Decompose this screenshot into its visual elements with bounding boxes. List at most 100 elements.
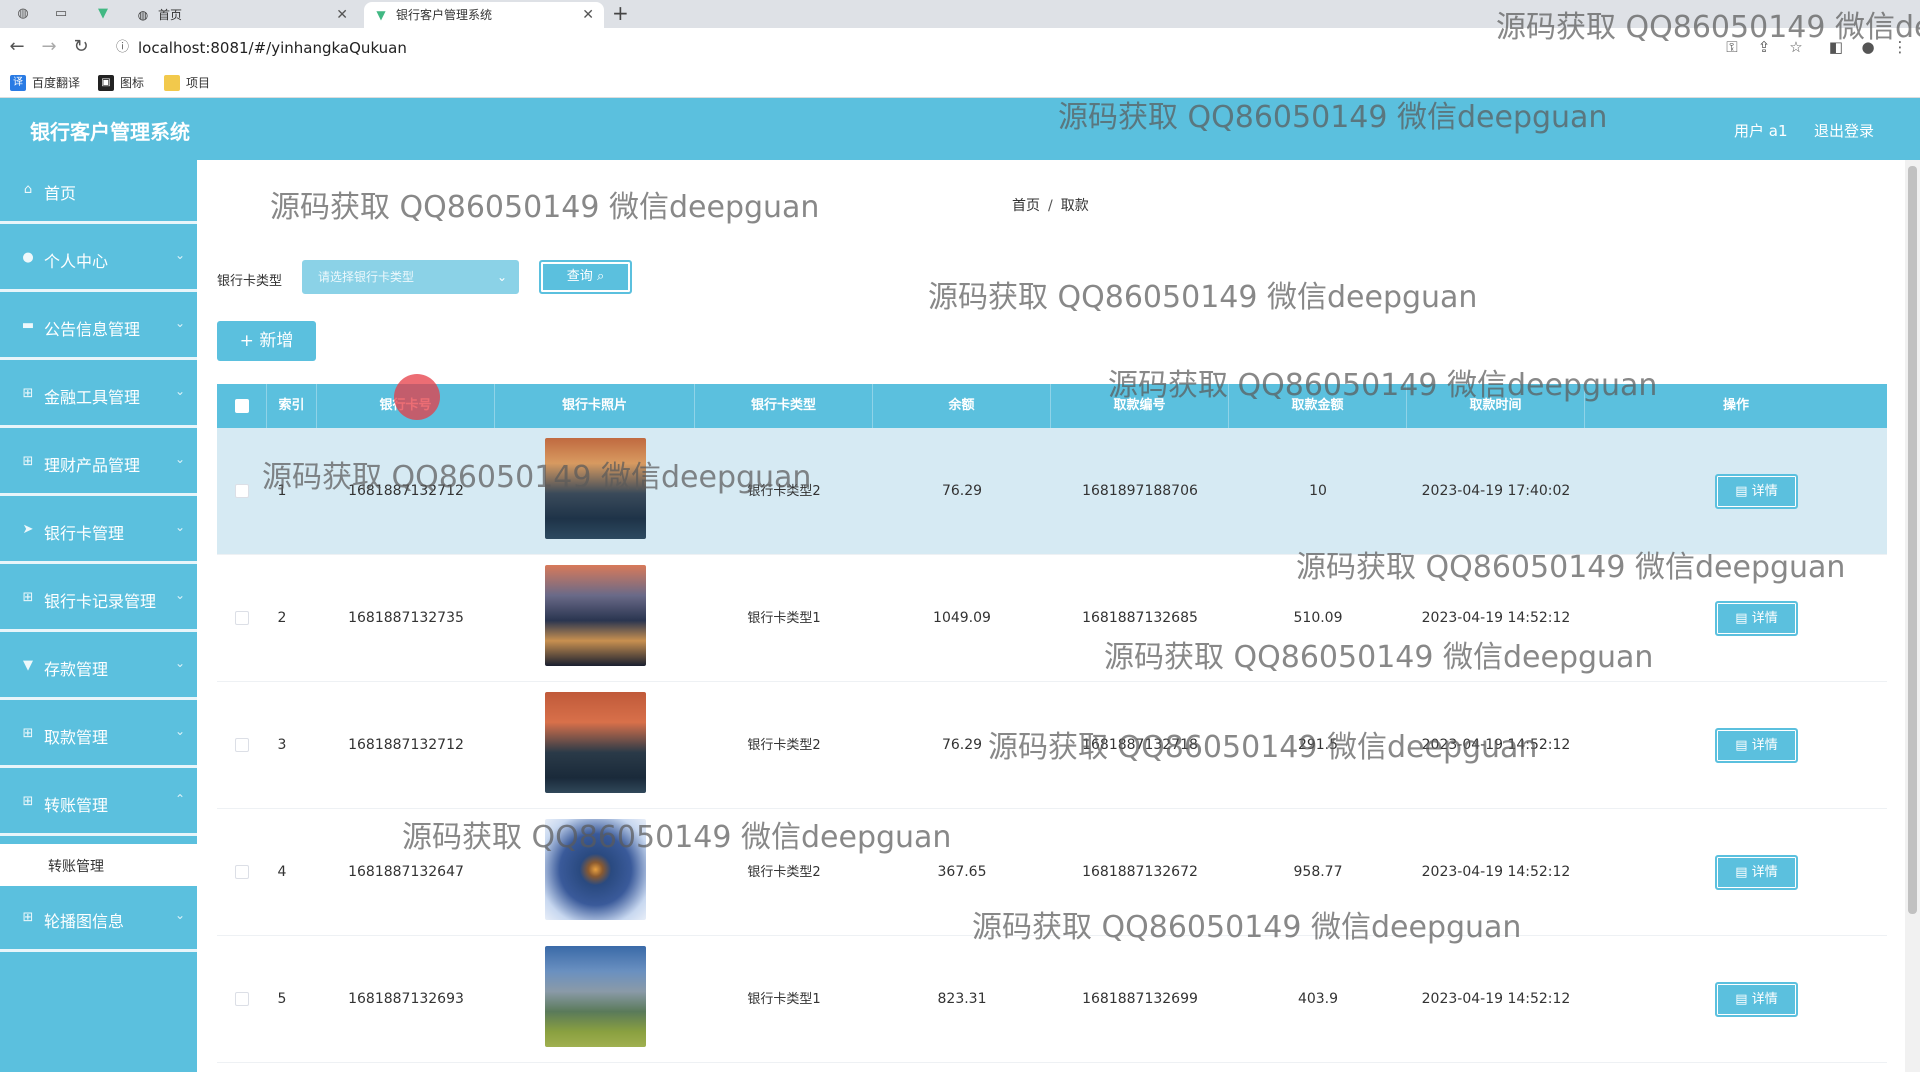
- grid-icon: ⊞: [22, 794, 34, 809]
- header-withdraw-no: 取款编号: [1051, 384, 1229, 428]
- cell-index: 5: [277, 991, 287, 1007]
- card-type-filter-label: 银行卡类型: [217, 274, 283, 289]
- close-icon[interactable]: ✕: [336, 2, 348, 28]
- sidebar-item-personal-center[interactable]: ● 个人中心 ⌄: [0, 228, 197, 292]
- header-balance: 余额: [873, 384, 1051, 428]
- close-icon[interactable]: ✕: [582, 2, 594, 28]
- breadcrumb: 首页 / 取款: [1012, 195, 1089, 215]
- cell-balance: 823.31: [937, 991, 987, 1007]
- row-checkbox[interactable]: [235, 484, 249, 498]
- sidebar-item-financial-tools[interactable]: ⊞ 金融工具管理 ⌄: [0, 364, 197, 428]
- sidebar-item-deposit[interactable]: ▼ 存款管理 ⌄: [0, 636, 197, 700]
- translate-icon: 译: [10, 75, 26, 91]
- cell-amount: 291.5: [1297, 737, 1339, 753]
- sidebar-subitem-transfer[interactable]: 转账管理: [0, 844, 197, 886]
- new-tab-icon[interactable]: +: [612, 1, 629, 25]
- scrollbar-thumb[interactable]: [1908, 166, 1917, 914]
- page-scrollbar[interactable]: [1905, 160, 1920, 1072]
- row-checkbox[interactable]: [235, 611, 249, 625]
- cell-card-no: 1681887132712: [348, 483, 464, 499]
- query-button[interactable]: 查询 ⌕: [539, 260, 632, 294]
- card-photo-lake-moonrise: [545, 692, 646, 793]
- grid-icon: ⊞: [22, 726, 34, 741]
- tab-home-title: 首页: [158, 8, 183, 22]
- url-field[interactable]: ⓘ localhost:8081/#/yinhangkaQukuan: [108, 34, 1708, 62]
- cell-card-no: 1681887132735: [348, 610, 464, 626]
- detail-button-label: 详情: [1751, 484, 1778, 499]
- star-icon[interactable]: ☆: [1786, 38, 1806, 56]
- bookmark-label: 百度翻译: [32, 76, 81, 90]
- sidebar-item-wealth-products[interactable]: ⊞ 理财产品管理 ⌄: [0, 432, 197, 496]
- bookmark-project[interactable]: 项目: [164, 74, 210, 92]
- cell-amount: 403.9: [1297, 991, 1339, 1007]
- sidebar-item-label: 取款管理: [44, 728, 109, 747]
- bookmark-baidu-translate[interactable]: 译 百度翻译: [10, 74, 80, 92]
- table-row: 3 1681887132712 银行卡类型2 76.29 16818871327…: [217, 682, 1887, 809]
- back-icon[interactable]: ←: [6, 36, 28, 57]
- header-amount: 取款金额: [1229, 384, 1407, 428]
- sidebar-item-label: 轮播图信息: [44, 912, 125, 931]
- detail-button[interactable]: ▤ 详情: [1715, 728, 1798, 763]
- share-icon[interactable]: ⇪: [1754, 38, 1774, 56]
- folder-icon: [164, 75, 180, 91]
- browser-menu-icon[interactable]: ◍: [12, 4, 34, 24]
- cell-balance: 1049.09: [933, 610, 991, 626]
- card-type-select[interactable]: 请选择银行卡类型 ⌄: [302, 260, 519, 294]
- select-all-checkbox[interactable]: [235, 399, 249, 413]
- notice-icon: ▬: [21, 318, 35, 333]
- cell-card-type: 银行卡类型1: [747, 992, 821, 1007]
- add-button[interactable]: + 新增: [217, 321, 316, 361]
- sidebar-item-label: 首页: [44, 184, 77, 203]
- tab-home[interactable]: ◍ 首页 ✕: [126, 2, 358, 28]
- key-icon[interactable]: ⚿: [1722, 38, 1742, 56]
- header-actions: 操作: [1722, 398, 1749, 413]
- breadcrumb-home[interactable]: 首页: [1012, 198, 1040, 214]
- sidebar-item-card-records[interactable]: ⊞ 银行卡记录管理 ⌄: [0, 568, 197, 632]
- send-icon: ➤: [22, 522, 34, 537]
- address-bar: ← → ↻ ⓘ localhost:8081/#/yinhangkaQukuan…: [0, 28, 1920, 68]
- detail-button[interactable]: ▤ 详情: [1715, 474, 1798, 509]
- document-icon: ▤: [1735, 992, 1752, 1007]
- current-user: 用户 a1: [1734, 122, 1788, 140]
- vue-tab-icon[interactable]: ▼: [92, 4, 114, 24]
- header-card-photo: 银行卡照片: [495, 384, 695, 428]
- document-icon: ▤: [1735, 484, 1752, 499]
- chevron-down-icon: ⌄: [174, 656, 185, 670]
- blank-tab-icon[interactable]: ▭: [50, 4, 72, 24]
- sidebar-item-label: 银行卡记录管理: [44, 592, 157, 611]
- detail-button[interactable]: ▤ 详情: [1715, 601, 1798, 636]
- sidebar-item-withdraw[interactable]: ⊞ 取款管理 ⌄: [0, 704, 197, 768]
- logout-link[interactable]: 退出登录: [1814, 120, 1874, 141]
- sidebar-item-notice[interactable]: ▬ 公告信息管理 ⌄: [0, 296, 197, 360]
- profile-icon[interactable]: ●: [1858, 38, 1878, 56]
- sidebar-item-transfer[interactable]: ⊞ 转账管理 ⌃: [0, 772, 197, 836]
- grid-icon: ⊞: [22, 386, 34, 401]
- sidebar-item-home[interactable]: ⌂ 首页: [0, 160, 197, 224]
- document-icon: ▤: [1735, 738, 1752, 753]
- document-icon: ▤: [1735, 611, 1752, 626]
- tab-bank-system[interactable]: ▼ 银行客户管理系统 ✕: [364, 2, 604, 28]
- bookmark-icons[interactable]: ▣ 图标: [98, 74, 144, 92]
- cell-withdraw-no: 1681897188706: [1082, 483, 1198, 499]
- row-checkbox[interactable]: [235, 865, 249, 879]
- image-icon: ▣: [98, 75, 114, 91]
- chevron-down-icon: ⌄: [174, 248, 185, 262]
- detail-button-label: 详情: [1751, 738, 1778, 753]
- row-checkbox[interactable]: [235, 992, 249, 1006]
- card-photo-lake-sunset: [545, 438, 646, 539]
- detail-button[interactable]: ▤ 详情: [1715, 982, 1798, 1017]
- row-checkbox[interactable]: [235, 738, 249, 752]
- more-icon[interactable]: ⋮: [1890, 38, 1910, 56]
- search-icon: ⌕: [596, 269, 605, 284]
- cell-balance: 76.29: [941, 737, 983, 753]
- header-time: 取款时间: [1407, 384, 1585, 428]
- reload-icon[interactable]: ↻: [70, 36, 92, 57]
- detail-button[interactable]: ▤ 详情: [1715, 855, 1798, 890]
- sidebar-item-carousel[interactable]: ⊞ 轮播图信息 ⌄: [0, 888, 197, 952]
- sidebar-item-bank-card[interactable]: ➤ 银行卡管理 ⌄: [0, 500, 197, 564]
- forward-icon[interactable]: →: [38, 36, 60, 57]
- table-row: 4 1681887132647 银行卡类型2 367.65 1681887132…: [217, 809, 1887, 936]
- chevron-down-icon: ⌄: [174, 384, 185, 398]
- card-type-select-placeholder: 请选择银行卡类型: [318, 270, 415, 284]
- sidepanel-icon[interactable]: ◧: [1826, 38, 1846, 56]
